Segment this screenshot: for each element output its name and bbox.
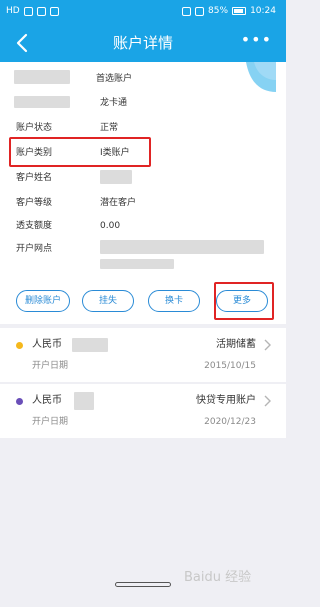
balance-masked	[72, 338, 108, 352]
field-value: 0.00	[100, 221, 121, 231]
replace-card-button[interactable]: 换卡	[148, 290, 200, 312]
account-type-highlight	[9, 137, 151, 167]
list-item[interactable]: 人民币 活期储蓄 开户日期 2015/10/15	[0, 328, 286, 382]
field-value: 正常	[100, 123, 119, 133]
field-label: 透支额度	[16, 221, 53, 231]
card-name: 龙卡通	[100, 98, 128, 108]
clock: 10:24	[250, 6, 276, 16]
status-dot	[16, 398, 23, 405]
more-button[interactable]: 更多	[216, 290, 268, 312]
status-bar: HD 85% 10:24	[0, 0, 286, 24]
balance-masked	[74, 392, 94, 410]
open-date-label: 开户日期	[32, 417, 69, 427]
account-type-label: 活期储蓄	[216, 339, 256, 350]
currency-label: 人民币	[32, 395, 62, 406]
card-type-masked	[14, 96, 70, 108]
chevron-right-icon	[264, 395, 271, 407]
report-loss-button[interactable]: 挂失	[82, 290, 134, 312]
field-value: 潜在客户	[100, 198, 137, 208]
home-indicator[interactable]	[115, 582, 171, 587]
status-left-label: HD	[6, 6, 20, 16]
account-number-masked	[14, 70, 70, 84]
list-item[interactable]: 人民币 快贷专用账户 开户日期 2020/12/23	[0, 384, 286, 438]
account-type-label: 快贷专用账户	[196, 395, 256, 406]
branch-masked-line2	[100, 259, 174, 269]
field-label: 客户等级	[16, 198, 53, 208]
primary-account-tag: 首选账户	[96, 74, 133, 84]
wifi-icon	[36, 6, 46, 16]
battery-icon	[232, 7, 247, 15]
open-date-value: 2020/12/23	[204, 417, 256, 427]
chevron-right-icon	[264, 339, 271, 351]
customer-name-masked	[100, 170, 132, 184]
open-date-label: 开户日期	[32, 361, 69, 371]
nav-bar: 账户详情 •••	[0, 24, 286, 62]
open-date-value: 2015/10/15	[204, 361, 256, 371]
card-corner-decoration	[246, 62, 276, 92]
notification-icon	[49, 6, 59, 16]
field-label: 开户网点	[16, 244, 53, 254]
watermark: Baidu 经验	[184, 570, 252, 585]
battery-percent: 85%	[208, 6, 229, 16]
currency-label: 人民币	[32, 339, 62, 350]
signal-icon	[23, 6, 33, 16]
field-label: 账户状态	[16, 123, 53, 133]
branch-masked	[100, 240, 264, 254]
delete-account-button[interactable]: 删除账户	[16, 290, 70, 312]
bluetooth-icon	[182, 6, 192, 16]
status-dot	[16, 342, 23, 349]
more-menu-icon[interactable]: •••	[241, 30, 272, 50]
vibrate-icon	[195, 6, 205, 16]
field-label: 客户姓名	[16, 173, 53, 183]
